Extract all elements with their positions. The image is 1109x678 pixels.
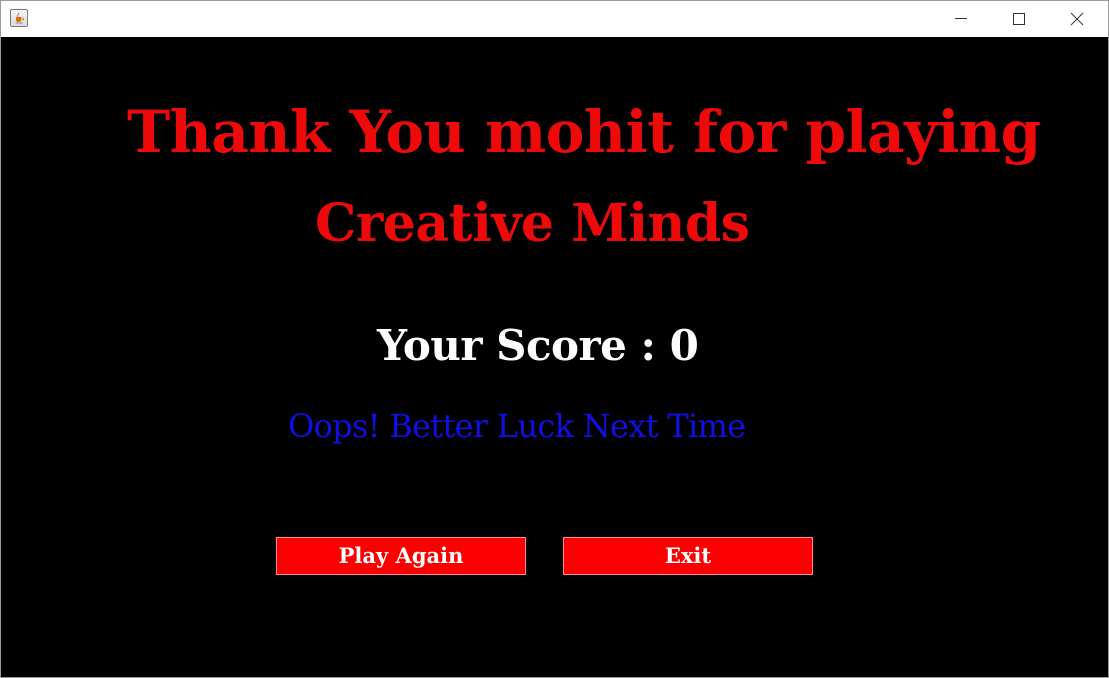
minimize-button[interactable] — [932, 1, 990, 37]
app-window: Thank You mohit for playing Creative Min… — [0, 0, 1109, 678]
close-icon — [1070, 12, 1084, 26]
title-bar[interactable] — [1, 1, 1108, 37]
close-button[interactable] — [1048, 1, 1106, 37]
score-label: Your Score : 0 — [377, 321, 699, 370]
game-over-panel: Thank You mohit for playing Creative Min… — [1, 37, 1108, 677]
play-again-button[interactable]: Play Again — [276, 537, 526, 575]
maximize-button[interactable] — [990, 1, 1048, 37]
java-cup-icon[interactable] — [10, 9, 28, 27]
exit-button[interactable]: Exit — [563, 537, 813, 575]
result-message: Oops! Better Luck Next Time — [288, 407, 746, 445]
game-name-heading: Creative Minds — [315, 193, 750, 254]
maximize-icon — [1013, 13, 1025, 25]
minimize-icon — [955, 18, 967, 19]
thank-you-heading: Thank You mohit for playing — [127, 98, 1041, 166]
